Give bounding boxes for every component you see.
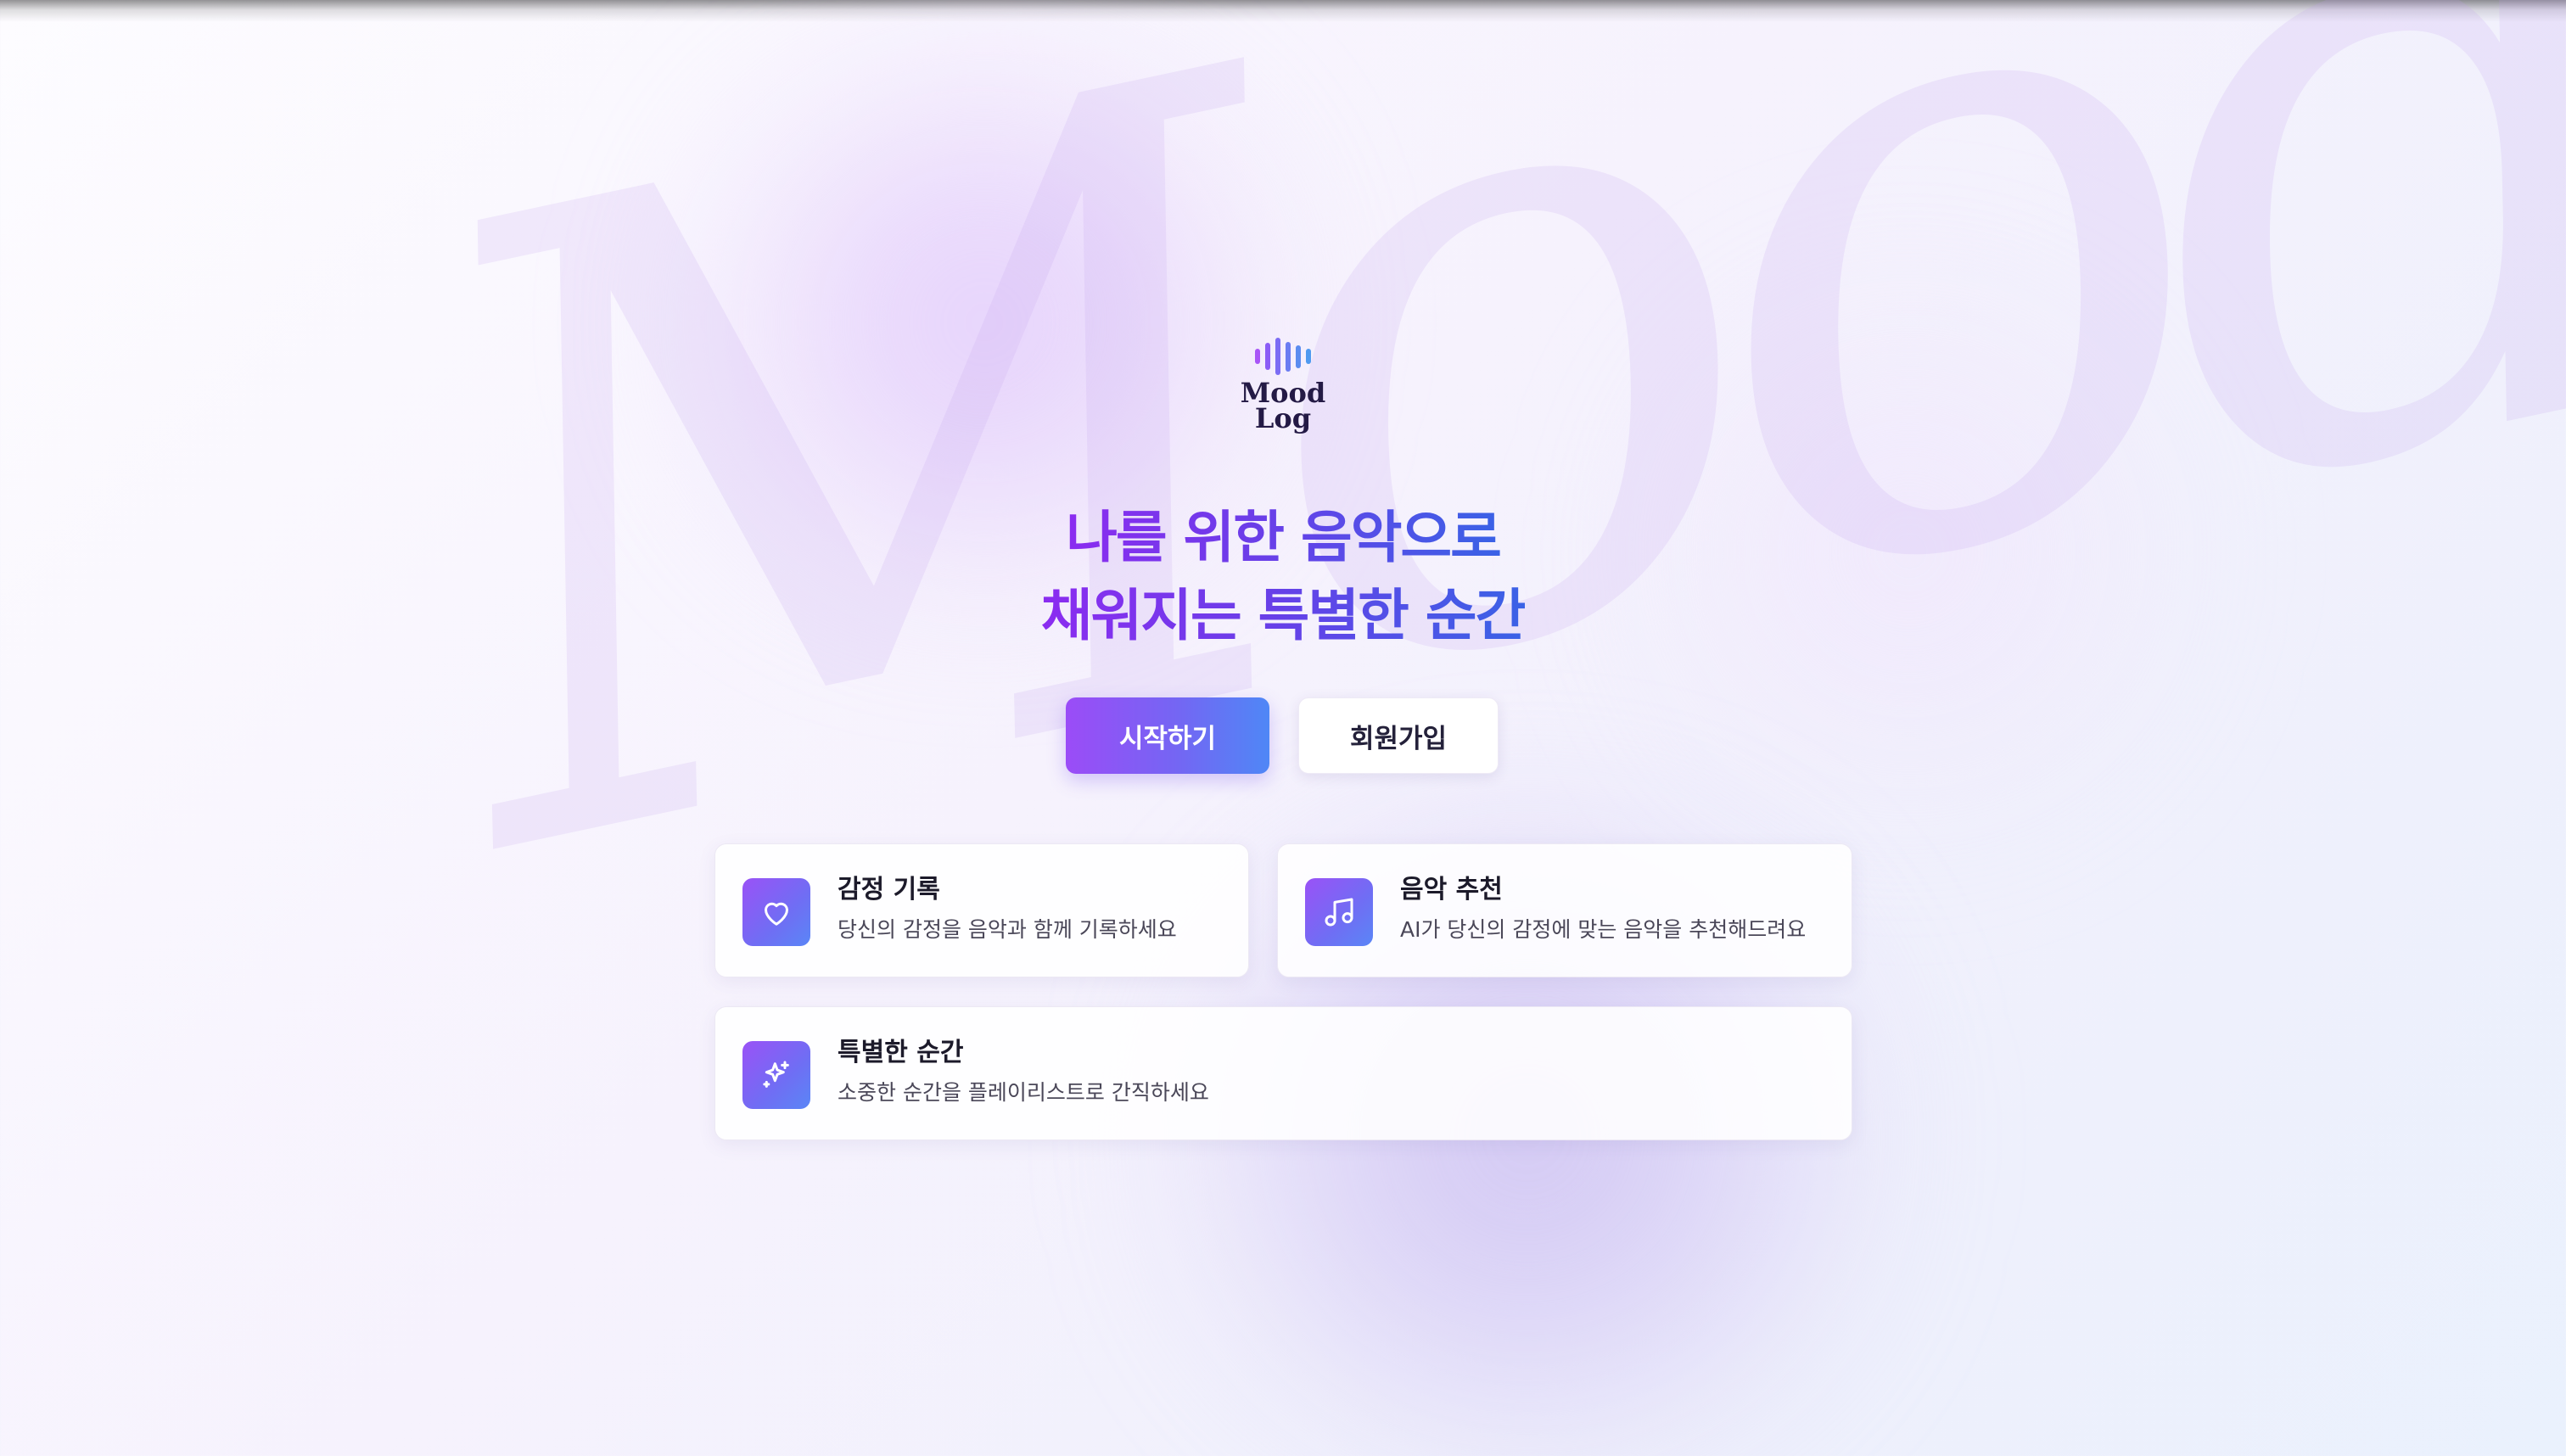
- start-button[interactable]: 시작하기: [1066, 697, 1269, 774]
- hero-headline-line1: 나를 위한 음악으로: [1066, 505, 1502, 570]
- sound-wave-icon: [1255, 336, 1311, 377]
- hero-headline-line2: 채워지는 특별한 순간: [1040, 583, 1527, 648]
- feature-card-special-moment: 특별한 순간 소중한 순간을 플레이리스트로 간직하세요: [714, 1006, 1852, 1140]
- logo-wave-bar: [1265, 343, 1270, 370]
- hero-headline: 나를 위한 음악으로 채워지는 특별한 순간: [0, 499, 2566, 655]
- logo-wave-bar: [1296, 344, 1301, 368]
- feature-title: 음악 추천: [1400, 875, 1503, 904]
- feature-description: AI가 당신의 감정에 맞는 음악을 추천해드려요: [1400, 917, 1807, 942]
- feature-description: 당신의 감정을 음악과 함께 기록하세요: [838, 917, 1177, 942]
- heart-icon: [742, 878, 810, 946]
- logo-wordmark: Mood Log: [1241, 379, 1325, 434]
- logo-wave-bar: [1255, 349, 1260, 364]
- app-logo[interactable]: Mood Log: [1239, 336, 1327, 434]
- logo-wave-bar: [1286, 341, 1291, 372]
- logo-word-line2: Log: [1254, 402, 1312, 434]
- feature-title: 특별한 순간: [838, 1038, 964, 1067]
- sparkles-icon: [742, 1041, 810, 1109]
- feature-card-music-recommend: 음악 추천 AI가 당신의 감정에 맞는 음악을 추천해드려요: [1277, 843, 1852, 977]
- logo-wave-bar: [1275, 338, 1280, 375]
- signup-button[interactable]: 회원가입: [1298, 697, 1499, 774]
- logo-wave-bar: [1306, 349, 1311, 364]
- feature-card-emotion-log: 감정 기록 당신의 감정을 음악과 함께 기록하세요: [714, 843, 1249, 977]
- music-note-icon: [1305, 878, 1373, 946]
- background-watermark: Mood: [342, 0, 2566, 1042]
- feature-title: 감정 기록: [838, 875, 940, 904]
- feature-description: 소중한 순간을 플레이리스트로 간직하세요: [838, 1080, 1209, 1105]
